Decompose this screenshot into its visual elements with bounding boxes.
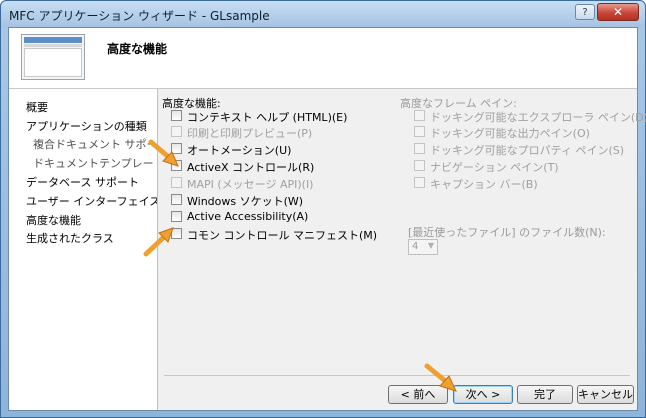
- chevron-down-icon: ▼: [427, 241, 434, 250]
- option-label: MAPI (メッセージ API)(I): [187, 178, 314, 191]
- close-button[interactable]: ✕: [597, 3, 639, 21]
- checkbox: [171, 177, 182, 188]
- option-label: ナビゲーション ペイン(T): [430, 161, 559, 174]
- option-label: コンテキスト ヘルプ (HTML)(E): [187, 111, 348, 124]
- option-label: Windows ソケット(W): [187, 195, 304, 208]
- checkbox: [171, 126, 182, 137]
- recent-files-combo: 4 ▼: [408, 239, 438, 255]
- title-bar: MFC アプリケーション ウィザード - GLsample ? ✕: [1, 1, 645, 27]
- option-label: ドッキング可能な出力ペイン(O): [430, 127, 590, 140]
- nav-item-app-type[interactable]: アプリケーションの種類: [26, 118, 147, 134]
- checkbox[interactable]: [171, 211, 182, 222]
- nav-item-database[interactable]: データベース サポート: [26, 174, 139, 190]
- recent-files-value: 4: [412, 241, 419, 252]
- pointer-arrow-icon: [424, 363, 457, 392]
- option-label: コモン コントロール マニフェスト(M): [187, 229, 378, 242]
- option-label: 印刷と印刷プレビュー(P): [187, 127, 313, 140]
- button-separator: [164, 375, 630, 376]
- option-label: ドッキング可能なエクスプローラ ペイン(D): [430, 111, 646, 124]
- checkbox: [414, 143, 425, 154]
- wizard-window: MFC アプリケーション ウィザード - GLsample ? ✕ 高度な機能 …: [0, 0, 646, 418]
- checkbox: [414, 126, 425, 137]
- option-label: ActiveX コントロール(R): [187, 161, 315, 174]
- checkbox: [414, 160, 425, 171]
- wizard-content: 高度な機能: コンテキスト ヘルプ (HTML)(E) 印刷と印刷プレビュー(P…: [158, 89, 646, 410]
- option-label: オートメーション(U): [187, 144, 292, 157]
- checkbox: [414, 110, 425, 121]
- finish-button[interactable]: 完了: [517, 385, 573, 404]
- recent-files-label: [最近使ったファイル] のファイル数(N):: [408, 226, 606, 239]
- next-button[interactable]: 次へ >: [453, 385, 513, 404]
- pointer-arrow-icon: [148, 139, 179, 167]
- checkbox[interactable]: [171, 194, 182, 205]
- cancel-button[interactable]: キャンセル: [577, 385, 634, 404]
- option-label: ドッキング可能なプロパティ ペイン(S): [430, 144, 625, 157]
- page-title: 高度な機能: [107, 42, 168, 56]
- nav-item-advanced[interactable]: 高度な機能: [26, 212, 81, 228]
- wizard-nav: 概要 アプリケーションの種類 複合ドキュメント サポート ドキュメントテンプレー…: [9, 89, 198, 410]
- pointer-arrow-icon: [143, 227, 174, 257]
- nav-item-generated-classes[interactable]: 生成されたクラス: [26, 230, 114, 246]
- window-title: MFC アプリケーション ウィザード - GLsample: [9, 9, 270, 23]
- nav-item-overview[interactable]: 概要: [26, 99, 48, 115]
- help-button[interactable]: ?: [575, 4, 595, 20]
- option-label: キャプション バー(B): [430, 178, 538, 191]
- wizard-preview-image: [21, 34, 85, 80]
- checkbox: [414, 177, 425, 188]
- checkbox[interactable]: [171, 110, 182, 121]
- option-label: Active Accessibility(A): [187, 210, 309, 223]
- dialog-client: 高度な機能 概要 アプリケーションの種類 複合ドキュメント サポート ドキュメン…: [8, 27, 646, 411]
- wizard-header: 高度な機能: [9, 28, 637, 89]
